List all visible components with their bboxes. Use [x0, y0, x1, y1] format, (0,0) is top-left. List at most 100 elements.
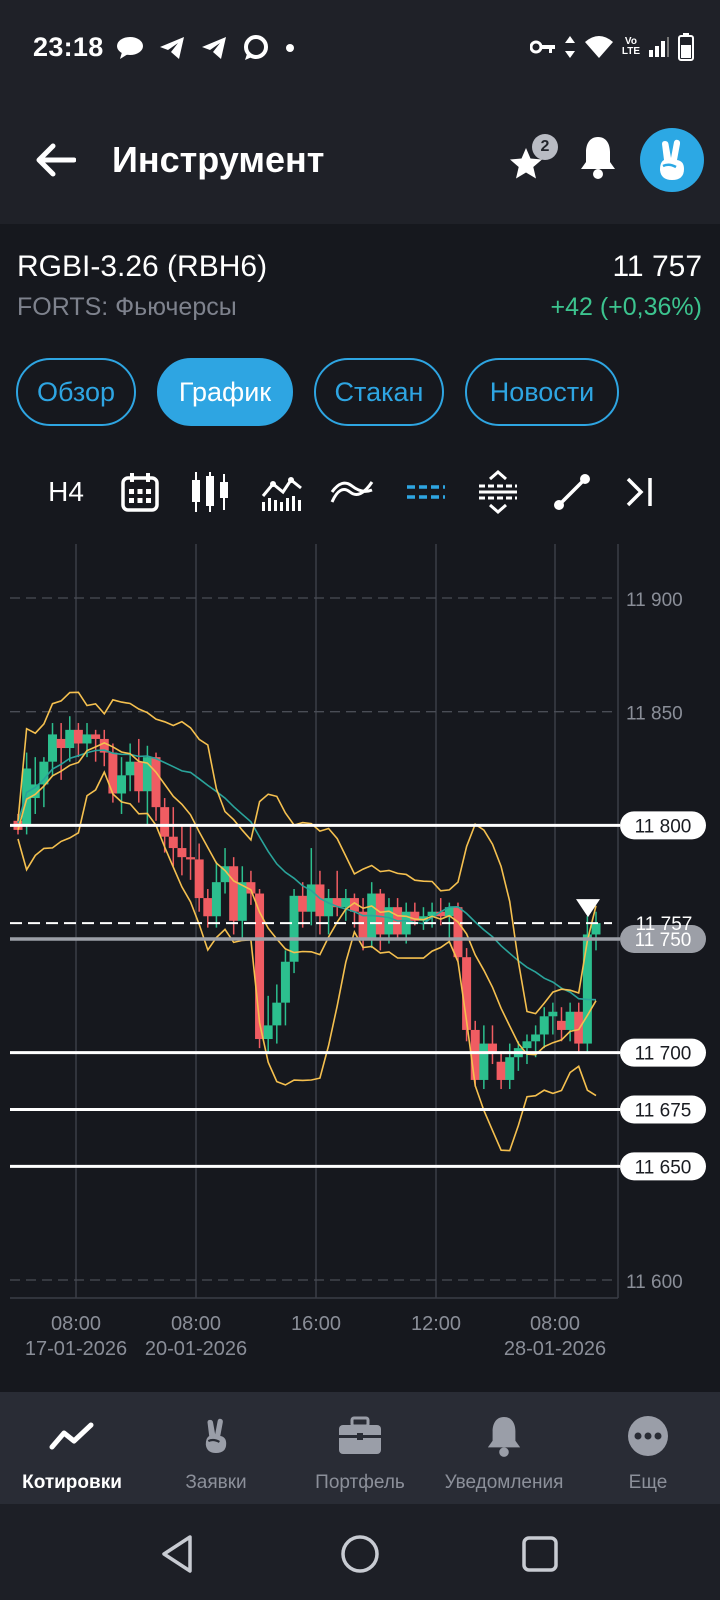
instrument-exchange: FORTS: Фьючерсы: [17, 293, 237, 321]
calendar-icon: [121, 473, 159, 512]
x-tick-date-label: 20-01-2026: [145, 1338, 247, 1360]
candle-body: [65, 729, 75, 749]
candle-body: [82, 734, 92, 744]
messenger-icon: [244, 35, 268, 60]
candle-body: [531, 1034, 541, 1042]
app-bar: Инструмент 2: [0, 96, 720, 224]
y-tick-label: 11 900: [626, 590, 683, 611]
calendar-button[interactable]: [114, 464, 166, 520]
chart-type-button[interactable]: [186, 464, 238, 520]
tab-news[interactable]: Новости: [465, 358, 619, 426]
candle-body: [375, 893, 385, 935]
chat-bubble-icon: [117, 37, 143, 59]
signal-icon: [649, 37, 669, 57]
indicators-icon: [261, 477, 302, 511]
current-price-label: 11 757: [636, 914, 693, 935]
candle-body: [453, 907, 463, 958]
horizontal-levels-button[interactable]: [400, 464, 452, 520]
chart-line-icon: [49, 1422, 94, 1450]
nav-quotes-label: Котировки: [22, 1472, 122, 1493]
bell-icon: [581, 137, 615, 179]
candle-body: [73, 729, 83, 744]
candle-body: [39, 761, 49, 785]
candle-body: [263, 1025, 273, 1040]
nav-portfolio[interactable]: Портфель: [288, 1392, 432, 1504]
bollinger-lower-line: [17, 770, 597, 1152]
indicators-button[interactable]: [256, 464, 308, 520]
more-dots-icon: [628, 1416, 668, 1456]
skip-end-icon: [626, 477, 652, 507]
instrument-change: +42 (+0,36%): [550, 293, 703, 321]
bell-icon: [487, 1417, 521, 1457]
candle-body: [194, 859, 204, 899]
telegram-icon: [160, 37, 184, 59]
candle-body: [203, 898, 213, 917]
y-tick-label: 11 850: [626, 704, 683, 725]
x-tick-time-label: 16:00: [291, 1313, 341, 1335]
square-recents-icon: [522, 1536, 558, 1572]
nav-more-label: Еще: [628, 1472, 668, 1493]
notifications-button[interactable]: [578, 134, 622, 184]
back-button[interactable]: [30, 138, 80, 182]
candle-body: [341, 898, 351, 908]
system-icons: Vo LTE: [529, 33, 694, 61]
x-tick-date-label: 17-01-2026: [25, 1338, 127, 1360]
nav-orders[interactable]: Заявки: [144, 1392, 288, 1504]
dashed-lines-icon: [407, 485, 445, 499]
system-home-button[interactable]: [338, 1532, 382, 1576]
price-level-label: 11 650: [635, 1157, 692, 1178]
candle-body: [280, 961, 290, 1003]
candle-body: [556, 1020, 566, 1030]
candle-body: [470, 1029, 480, 1080]
bottom-navigation: Котировки Заявки Портфель Уведомления Ещ…: [0, 1392, 720, 1504]
battery-icon: [678, 33, 694, 61]
price-level-label: 11 800: [635, 816, 692, 837]
tab-order-book[interactable]: Стакан: [314, 358, 444, 426]
nav-notifications[interactable]: Уведомления: [432, 1392, 576, 1504]
chart-toolbar: H4: [0, 464, 720, 520]
candlestick-icon: [192, 472, 228, 512]
nav-quotes[interactable]: Котировки: [0, 1392, 144, 1504]
timeframe-selector[interactable]: H4: [40, 464, 92, 520]
moving-average-line: [17, 749, 597, 1001]
more-dot-icon: [286, 44, 294, 52]
triangle-back-icon: [162, 1535, 192, 1573]
system-navigation-bar: [0, 1504, 720, 1600]
draw-line-button[interactable]: [546, 464, 598, 520]
x-tick-time-label: 12:00: [411, 1313, 461, 1335]
price-level-label: 11 675: [635, 1101, 692, 1122]
tab-chart[interactable]: График: [157, 358, 293, 426]
wifi-icon: [584, 36, 613, 58]
notification-icons: [116, 35, 296, 61]
x-tick-time-label: 08:00: [530, 1313, 580, 1335]
telegram-icon: [202, 37, 226, 59]
avatar[interactable]: [640, 128, 704, 192]
nav-notifications-label: Уведомления: [444, 1472, 564, 1493]
candle-body: [56, 738, 66, 749]
candle-body: [479, 1043, 489, 1080]
favorites-button[interactable]: 2: [508, 134, 560, 184]
candle-body: [177, 848, 187, 858]
x-tick-time-label: 08:00: [51, 1313, 101, 1335]
main-content: RGBI-3.26 (RBH6) 11 757 FORTS: Фьючерсы …: [0, 224, 720, 1392]
x-tick-date-label: 28-01-2026: [504, 1338, 606, 1360]
candle-body: [151, 757, 161, 808]
tab-overview[interactable]: Обзор: [16, 358, 136, 426]
vpn-key-icon: [529, 40, 555, 54]
instrument-name: RGBI-3.26 (RBH6): [17, 250, 268, 283]
favorites-count-badge: 2: [532, 134, 558, 160]
price-chart[interactable]: 11 900 11 850 11 600 11 800 11 700 11 675 11 6…: [0, 544, 720, 1389]
system-recents-button[interactable]: [518, 1532, 562, 1576]
candle-body: [160, 807, 170, 837]
scale-button[interactable]: [472, 464, 524, 520]
trend-button[interactable]: [326, 464, 378, 520]
system-back-button[interactable]: [156, 1532, 200, 1576]
scroll-to-end-button[interactable]: [614, 464, 666, 520]
nav-portfolio-label: Портфель: [315, 1472, 405, 1493]
candle-body: [496, 1061, 506, 1080]
candle-body: [168, 836, 178, 849]
candle-body: [237, 882, 247, 921]
candle-body: [186, 857, 196, 860]
nav-more[interactable]: Еще: [576, 1392, 720, 1504]
candle-body: [548, 1011, 558, 1017]
